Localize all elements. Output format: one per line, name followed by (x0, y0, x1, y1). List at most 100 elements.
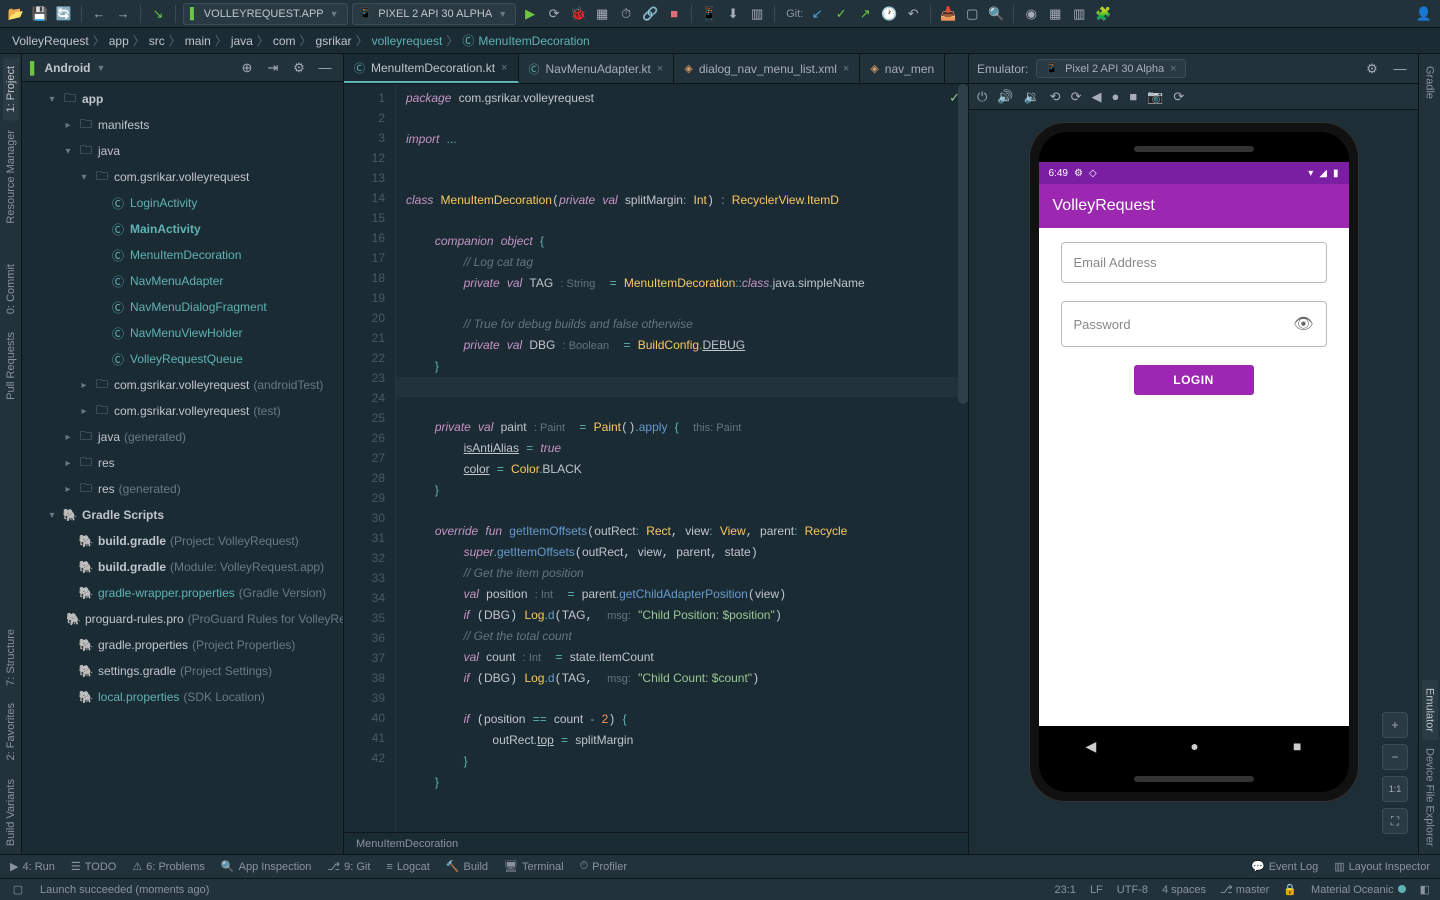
theme-indicator[interactable]: Material Oceanic (1311, 884, 1406, 896)
breadcrumb-item[interactable]: app (109, 34, 129, 48)
zoom-out-button[interactable]: − (1382, 744, 1408, 770)
sidebar-tab-device-file-explorer[interactable]: Device File Explorer (1422, 740, 1438, 854)
hide-icon[interactable]: — (1390, 59, 1410, 79)
sidebar-tab-pull-requests[interactable]: Pull Requests (3, 324, 19, 408)
sidebar-tab-gradle[interactable]: Gradle (1422, 58, 1438, 107)
project-tree[interactable]: ▾🗀app▸🗀manifests▾🗀java▾🗀com.gsrikar.voll… (22, 82, 343, 854)
tool-logcat[interactable]: ≡ Logcat (386, 861, 429, 873)
overview-icon[interactable]: ■ (1129, 89, 1137, 104)
line-separator[interactable]: LF (1090, 884, 1103, 896)
tree-node[interactable]: 🐘local.properties (SDK Location) (22, 684, 343, 710)
file-encoding[interactable]: UTF-8 (1117, 884, 1148, 896)
screenshot-icon[interactable]: 📷 (1147, 89, 1163, 105)
sidebar-tab-project[interactable]: 1: Project (3, 58, 19, 120)
open-icon[interactable]: 📂 (6, 4, 26, 24)
tool-event-log[interactable]: 💬 Event Log (1251, 860, 1318, 873)
breadcrumb-item[interactable]: gsrikar (316, 34, 352, 48)
sidebar-tab-emulator[interactable]: Emulator (1422, 680, 1438, 740)
layout-icon[interactable]: ▥ (747, 4, 767, 24)
breadcrumb-item[interactable]: com (273, 34, 296, 48)
collapse-icon[interactable]: ⇥ (263, 58, 283, 78)
settings-icon[interactable]: ⚙ (1362, 59, 1382, 79)
emulator-device-tab[interactable]: 📱Pixel 2 API 30 Alpha× (1036, 59, 1185, 78)
tree-node[interactable]: ▾🗀com.gsrikar.volleyrequest (22, 164, 343, 190)
email-field[interactable]: Email Address (1061, 242, 1327, 283)
attach-debugger-icon[interactable]: 🔗 (640, 4, 660, 24)
git-commit-icon[interactable]: ✓ (831, 4, 851, 24)
tool-todo[interactable]: ☰ TODO (71, 860, 116, 873)
grid-icon[interactable]: ▦ (1045, 4, 1065, 24)
tree-node[interactable]: ▾🗀java (22, 138, 343, 164)
git-history-icon[interactable]: 🕐 (879, 4, 899, 24)
tree-node[interactable]: ▸🗀com.gsrikar.volleyrequest (test) (22, 398, 343, 424)
hide-panels-icon[interactable]: ▢ (10, 883, 26, 896)
nav-home-icon[interactable]: ● (1190, 738, 1198, 754)
git-branch[interactable]: ⎇ master (1220, 883, 1269, 896)
memory-icon[interactable]: ◧ (1420, 883, 1430, 896)
debug-icon[interactable]: 🐞 (568, 4, 588, 24)
import-icon[interactable]: 📥 (938, 4, 958, 24)
tool-problems[interactable]: ⚠ 6: Problems (132, 860, 205, 873)
stop-icon[interactable]: ■ (664, 4, 684, 24)
tree-node[interactable]: 🐘proguard-rules.pro (ProGuard Rules for … (22, 606, 343, 632)
zoom-fit-button[interactable]: ⛶ (1382, 808, 1408, 834)
tree-node[interactable]: ⒸNavMenuViewHolder (22, 320, 343, 346)
device-screen[interactable]: 6:49 ⚙ ◇ ▾ ◢ ▮ VolleyRequest (1039, 162, 1349, 726)
validator-icon[interactable]: ▥ (1069, 4, 1089, 24)
lock-icon[interactable]: 🔒 (1283, 883, 1297, 896)
breadcrumb-item[interactable]: VolleyRequest (12, 34, 89, 48)
assist-icon[interactable]: ◉ (1021, 4, 1041, 24)
tree-node[interactable]: ⒸNavMenuAdapter (22, 268, 343, 294)
settings-icon[interactable]: ⚙ (289, 58, 309, 78)
tree-node[interactable]: ⒸMenuItemDecoration (22, 242, 343, 268)
chevron-down-icon[interactable]: ▼ (97, 63, 106, 73)
tree-node[interactable]: ⒸLoginActivity (22, 190, 343, 216)
tree-node[interactable]: ▸🗀res (22, 450, 343, 476)
tool-git[interactable]: ⎇ 9: Git (327, 860, 370, 873)
sidebar-tab-structure[interactable]: 7: Structure (3, 621, 19, 694)
tool-profiler[interactable]: ⏱ Profiler (580, 860, 627, 873)
tool-terminal[interactable]: 🖥 Terminal (504, 860, 564, 873)
tree-node[interactable]: ⒸMainActivity (22, 216, 343, 242)
avd-icon[interactable]: 📱 (699, 4, 719, 24)
profiler-icon[interactable]: ⏱ (616, 4, 636, 24)
editor-tab[interactable]: ◈ nav_men (860, 54, 945, 83)
tool-run[interactable]: ▶ 4: Run (10, 860, 55, 873)
rotate-right-icon[interactable]: ⟳ (1071, 89, 1082, 105)
scrollbar[interactable] (958, 84, 968, 404)
editor-tab[interactable]: Ⓒ MenuItemDecoration.kt × (344, 54, 519, 83)
rotate-left-icon[interactable]: ⟲ (1050, 89, 1061, 105)
breadcrumb-item-active[interactable]: ⒸMenuItemDecoration (462, 32, 589, 49)
tool-app-inspection[interactable]: 🔍 App Inspection (221, 860, 311, 873)
close-icon[interactable]: × (501, 62, 507, 74)
editor-tab[interactable]: Ⓒ NavMenuAdapter.kt × (519, 54, 675, 83)
sidebar-tab-favorites[interactable]: 2: Favorites (3, 695, 19, 768)
project-view-title[interactable]: Android (45, 61, 91, 75)
close-icon[interactable]: × (843, 63, 849, 75)
run-icon[interactable]: ▶ (520, 4, 540, 24)
tree-node[interactable]: 🐘gradle-wrapper.properties (Gradle Versi… (22, 580, 343, 606)
tree-node[interactable]: ▾🗀app (22, 86, 343, 112)
layout-bounds-icon[interactable]: ▢ (962, 4, 982, 24)
tree-node[interactable]: 🐘build.gradle (Project: VolleyRequest) (22, 528, 343, 554)
git-update-icon[interactable]: ↙ (807, 4, 827, 24)
forward-icon[interactable]: → (113, 4, 133, 24)
apply-changes-icon[interactable]: ⟳ (544, 4, 564, 24)
sync-icon[interactable]: 🔄 (54, 4, 74, 24)
close-icon[interactable]: × (1170, 63, 1176, 75)
tree-node[interactable]: 🐘settings.gradle (Project Settings) (22, 658, 343, 684)
sidebar-tab-resource-manager[interactable]: Resource Manager (3, 122, 19, 232)
editor-tab[interactable]: ◈ dialog_nav_menu_list.xml × (674, 54, 860, 83)
zoom-reset-button[interactable]: 1:1 (1382, 776, 1408, 802)
breadcrumb-item[interactable]: src (149, 34, 165, 48)
sdk-icon[interactable]: ⬇ (723, 4, 743, 24)
editor-breadcrumb-bottom[interactable]: MenuItemDecoration (344, 832, 968, 854)
tree-node[interactable]: ▸🗀manifests (22, 112, 343, 138)
tree-node[interactable]: ▾🐘Gradle Scripts (22, 502, 343, 528)
git-push-icon[interactable]: ↗ (855, 4, 875, 24)
sidebar-tab-commit[interactable]: 0: Commit (3, 256, 19, 322)
tree-node[interactable]: 🐘build.gradle (Module: VolleyRequest.app… (22, 554, 343, 580)
power-icon[interactable]: ⏻ (977, 89, 987, 105)
code-editor[interactable]: 1231213141516171819202122232425262728293… (344, 84, 968, 832)
cursor-position[interactable]: 23:1 (1055, 884, 1076, 896)
